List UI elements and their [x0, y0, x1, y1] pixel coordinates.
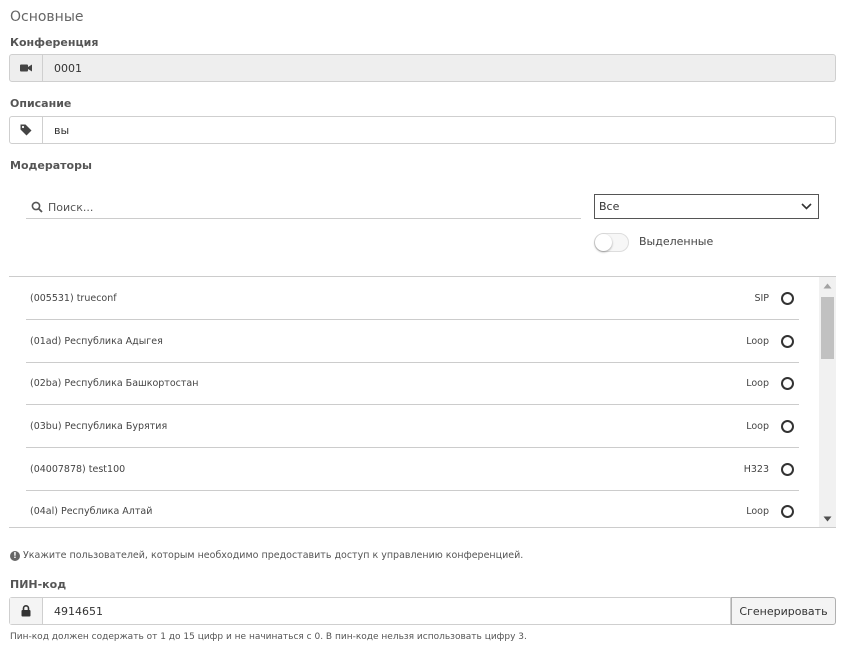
list-item[interactable]: (04007878) test100 H323 — [26, 448, 799, 491]
list-item-radio[interactable] — [781, 376, 794, 390]
search-icon — [29, 199, 45, 215]
section-title: Основные — [10, 9, 84, 25]
video-camera-icon — [10, 55, 43, 81]
list-item[interactable]: (03bu) Республика Бурятия Loop — [26, 405, 799, 448]
toggle-knob — [595, 234, 612, 251]
list-item[interactable]: (04al) Республика Алтай Loop — [26, 490, 799, 527]
list-item-name: (04al) Республика Алтай — [30, 506, 153, 517]
conference-label: Конференция — [10, 36, 99, 49]
description-label: Описание — [10, 97, 72, 110]
moderators-hint-text: Укажите пользователей, которым необходим… — [23, 550, 524, 561]
pin-field[interactable]: 4914651 — [9, 597, 731, 625]
list-item-protocol: SIP — [754, 292, 769, 304]
generate-pin-button[interactable]: Сгенерировать — [731, 597, 836, 625]
moderators-label: Модераторы — [10, 159, 92, 172]
list-item-name: (04007878) test100 — [30, 463, 126, 475]
list-item-protocol: Loop — [746, 335, 769, 347]
selected-only-toggle[interactable] — [594, 233, 629, 252]
list-item-radio[interactable] — [781, 462, 794, 476]
list-item-radio[interactable] — [781, 505, 794, 518]
scroll-down-icon[interactable] — [819, 510, 836, 527]
moderators-list: (005531) trueconf SIP (01ad) Республика … — [9, 276, 836, 528]
filter-select-value: Все — [599, 200, 620, 213]
moderators-hint: ! Укажите пользователей, которым необход… — [10, 550, 523, 561]
list-item-radio[interactable] — [781, 334, 794, 348]
list-item-protocol: Loop — [746, 506, 769, 517]
list-item-protocol: H323 — [743, 463, 769, 475]
list-item[interactable]: (005531) trueconf SIP — [26, 277, 799, 320]
list-item-radio[interactable] — [781, 419, 794, 433]
pin-label: ПИН-код — [10, 578, 67, 591]
selected-only-label: Выделенные — [639, 235, 714, 248]
scroll-up-icon[interactable] — [819, 277, 836, 294]
scrollbar-thumb[interactable] — [821, 297, 834, 359]
conference-field: 0001 — [9, 54, 836, 82]
list-item[interactable]: (02ba) Республика Башкортостан Loop — [26, 362, 799, 405]
list-item-radio[interactable] — [781, 291, 794, 305]
filter-select[interactable]: Все — [594, 194, 819, 219]
list-item-name: (03bu) Республика Бурятия — [30, 420, 168, 432]
moderators-search[interactable] — [26, 196, 581, 219]
conference-value: 0001 — [54, 61, 82, 75]
list-item-name: (01ad) Республика Адыгея — [30, 335, 163, 347]
list-item[interactable]: (01ad) Республика Адыгея Loop — [26, 320, 799, 363]
list-item-name: (02ba) Республика Башкортостан — [30, 377, 199, 389]
search-input[interactable] — [48, 200, 568, 214]
list-item-protocol: Loop — [746, 377, 769, 389]
lock-icon — [10, 598, 43, 624]
list-item-name: (005531) trueconf — [30, 292, 117, 304]
pin-input[interactable]: 4914651 — [43, 598, 730, 624]
info-icon: ! — [10, 550, 20, 561]
pin-note: Пин-код должен содержать от 1 до 15 цифр… — [10, 632, 527, 642]
tag-icon — [10, 117, 43, 143]
description-input[interactable]: вы — [43, 117, 835, 143]
list-scrollbar[interactable] — [819, 277, 836, 527]
chevron-down-icon — [801, 200, 812, 213]
description-field[interactable]: вы — [9, 116, 836, 144]
list-item-protocol: Loop — [746, 420, 769, 432]
